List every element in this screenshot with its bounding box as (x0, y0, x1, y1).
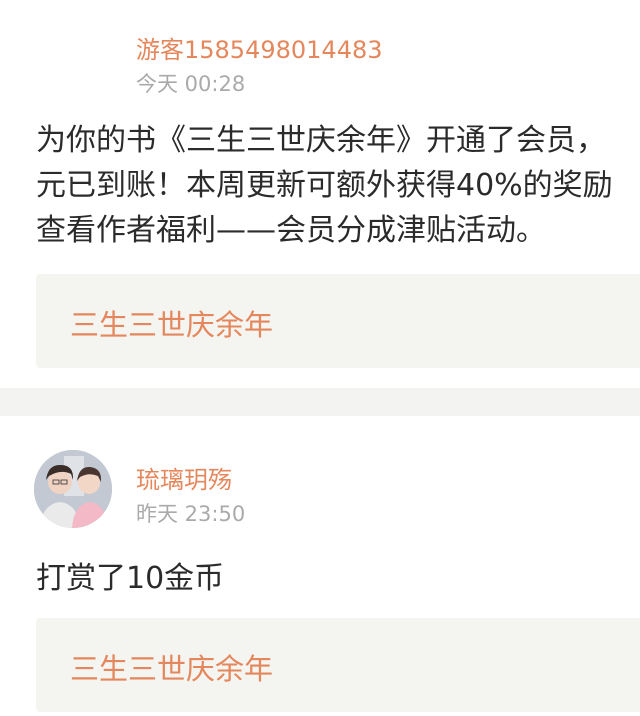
activity-feed: 游客1585498014483 今天 00:28 为你的书《三生三世庆余年》开通… (0, 0, 640, 716)
user-avatar-photo (34, 450, 112, 528)
username-link[interactable]: 游客1585498014483 (136, 30, 383, 65)
feed-post: 琉璃玥殇 昨天 23:50 打赏了10金币 三生三世庆余年 (0, 416, 640, 716)
post-message-line: 为你的书《三生三世庆余年》开通了会员， (36, 123, 606, 158)
avatar[interactable] (34, 450, 112, 528)
book-title: 三生三世庆余年 (70, 308, 274, 342)
post-message-line: 元已到账！本周更新可额外获得40%的奖励 (36, 168, 613, 203)
book-card[interactable]: 三生三世庆余年 (36, 274, 640, 368)
book-title: 三生三世庆余年 (70, 652, 274, 686)
username-link[interactable]: 琉璃玥殇 (136, 460, 232, 495)
book-card[interactable]: 三生三世庆余年 (36, 618, 640, 712)
post-divider (0, 388, 640, 416)
feed-post: 游客1585498014483 今天 00:28 为你的书《三生三世庆余年》开通… (0, 0, 640, 388)
post-timestamp: 今天 00:28 (136, 72, 246, 96)
post-message: 打赏了10金币 (36, 556, 640, 601)
post-timestamp: 昨天 23:50 (136, 502, 246, 526)
post-message-line: 打赏了10金币 (36, 561, 225, 596)
post-message: 为你的书《三生三世庆余年》开通了会员， 元已到账！本周更新可额外获得40%的奖励… (36, 118, 640, 253)
post-message-line: 查看作者福利——会员分成津贴活动。 (36, 213, 546, 248)
